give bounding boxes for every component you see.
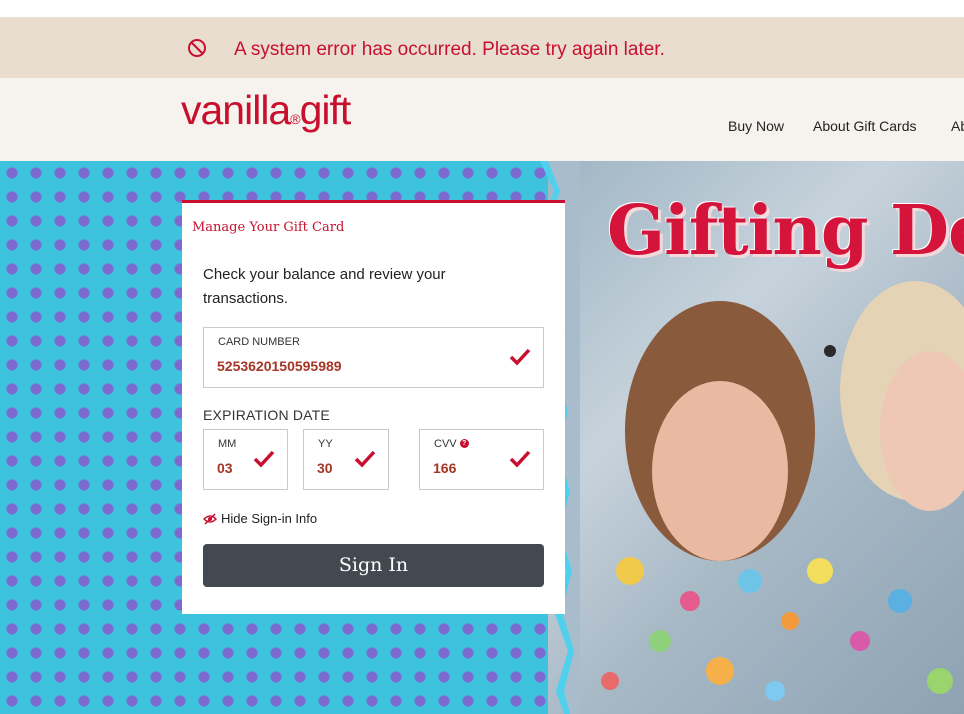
nav-about-truncated[interactable]: Ab [951,118,964,134]
checkmark-icon [509,450,531,468]
checkmark-icon [253,450,275,468]
year-value[interactable]: 30 [317,460,333,476]
month-value[interactable]: 03 [217,460,233,476]
nav-buy-now[interactable]: Buy Now [728,118,784,134]
eye-slash-icon [202,513,218,525]
year-label: YY [318,438,333,450]
year-field[interactable]: YY 30 [303,429,389,490]
card-panel-title: Manage Your Gift Card [192,220,345,235]
hide-signin-info-label: Hide Sign-in Info [221,511,318,526]
no-entry-icon [188,39,206,57]
card-number-label: CARD NUMBER [218,336,300,348]
month-field[interactable]: MM 03 [203,429,288,490]
card-number-field[interactable]: CARD NUMBER 5253620150595989 [203,327,544,388]
cvv-field[interactable]: CVV? 166 [419,429,544,490]
card-number-value[interactable]: 5253620150595989 [217,358,342,374]
sign-in-button[interactable]: Sign In [203,544,544,587]
people-blowing-confetti [601,281,964,701]
hide-signin-info-toggle[interactable]: Hide Sign-in Info [202,511,318,526]
hero-headline: Gifting De [607,191,964,271]
month-label: MM [218,438,237,450]
error-message: A system error has occurred. Please try … [234,39,665,60]
checkmark-icon [354,450,376,468]
card-panel-description: Check your balance and review your trans… [203,266,446,307]
cvv-value[interactable]: 166 [433,460,456,476]
info-icon[interactable]: ? [459,439,469,448]
cvv-label: CVV? [434,438,469,450]
vanilla-gift-logo[interactable]: vanilla®gift [181,90,351,131]
expiration-date-label: EXPIRATION DATE [203,407,330,423]
nav-about-gift-cards[interactable]: About Gift Cards [813,118,917,134]
checkmark-icon [509,348,531,366]
top-strip [0,0,964,17]
manage-gift-card-panel: Manage Your Gift Card Check your balance… [182,200,565,614]
